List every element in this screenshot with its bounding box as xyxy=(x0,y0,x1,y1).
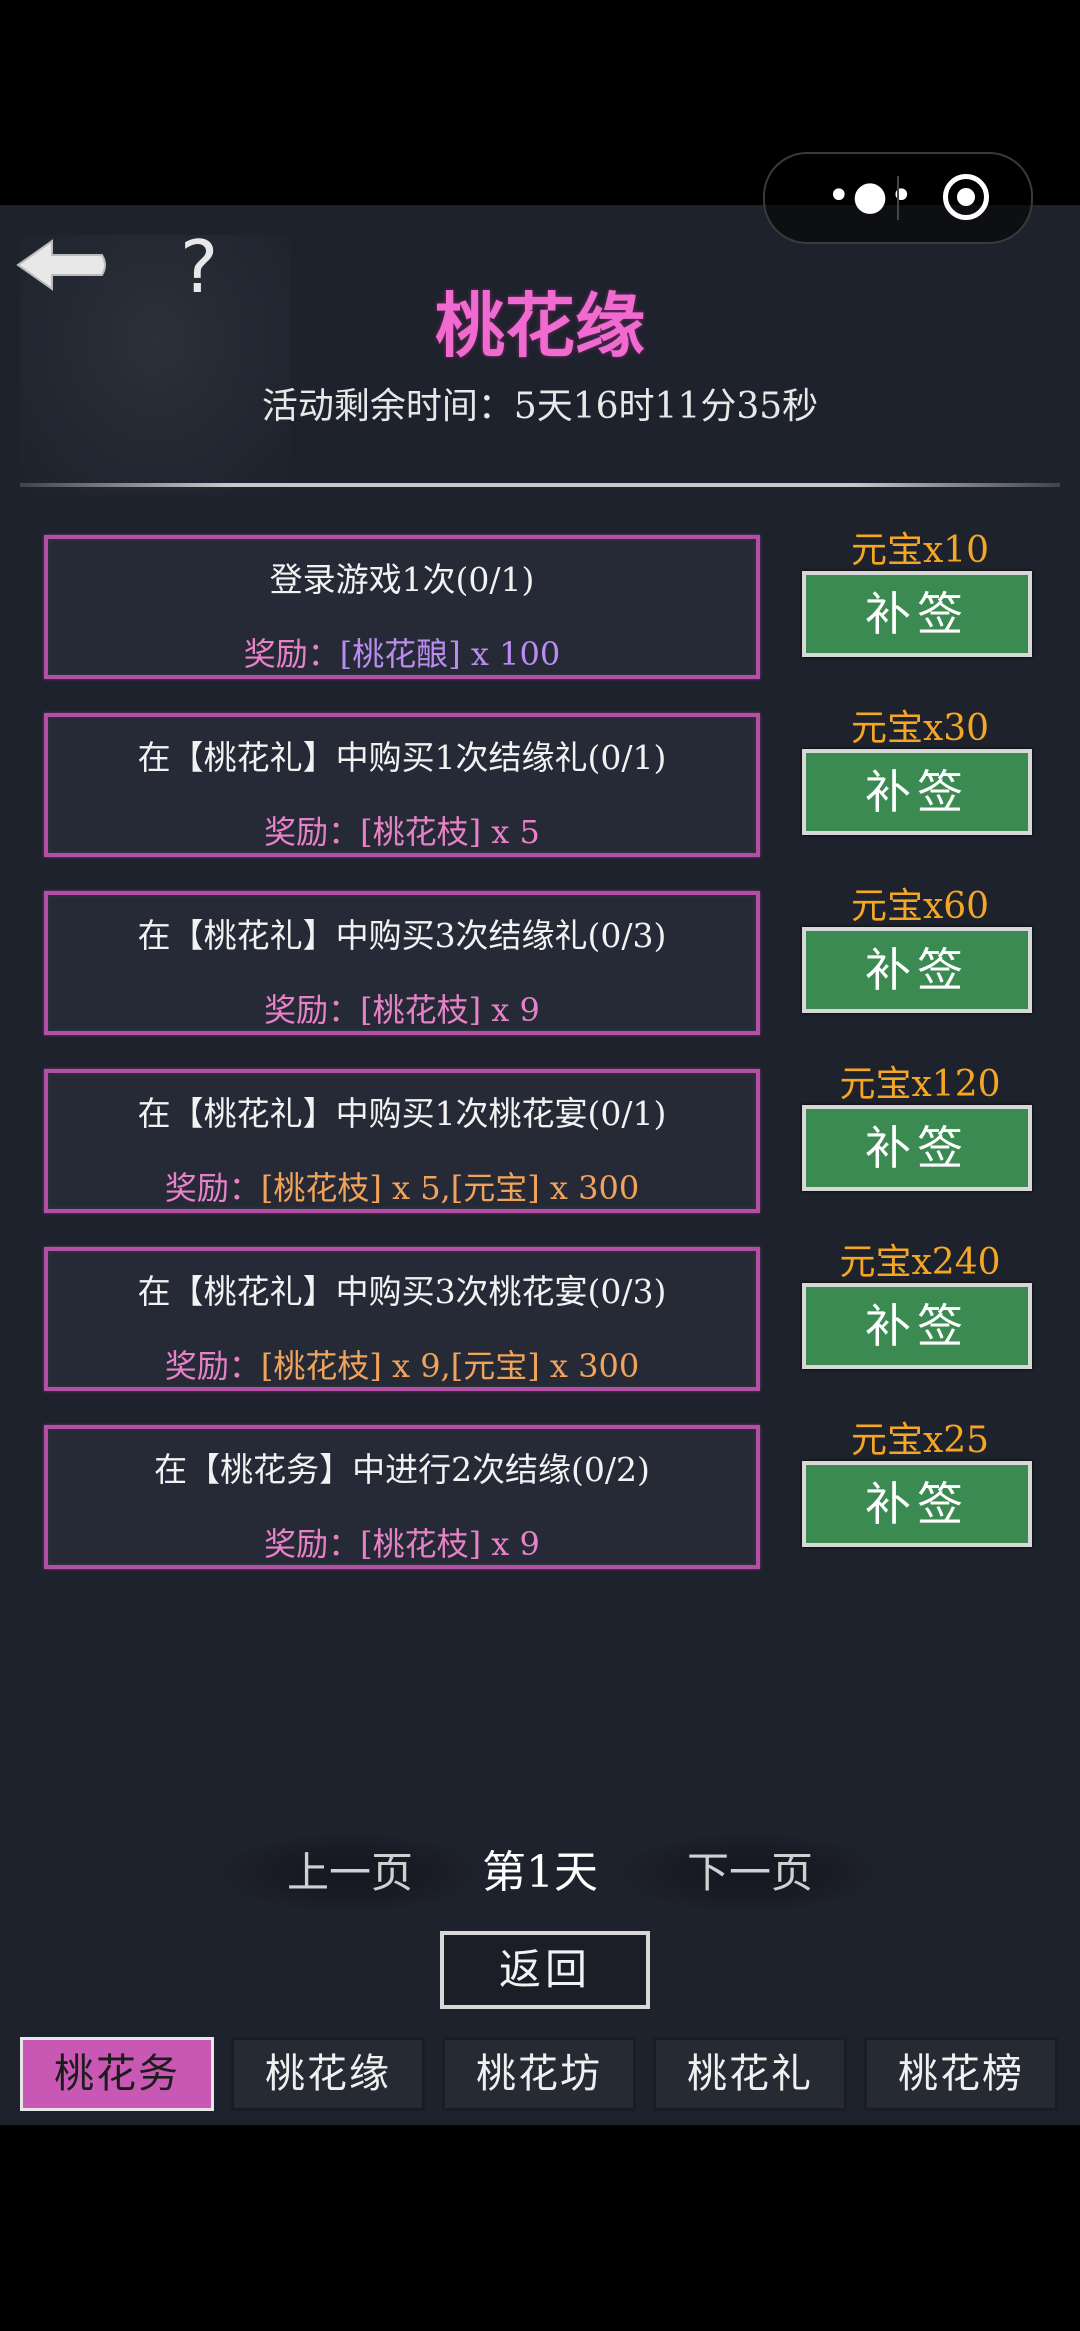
task-reward: 奖励：[桃花枝] x 9 xyxy=(48,985,756,1031)
bottom-tab-bar: 桃花务 桃花缘 桃花坊 桃花礼 桃花榜 xyxy=(20,2037,1060,2111)
makeup-cost: 元宝x25 xyxy=(850,1420,990,1461)
makeup-cost: 元宝x10 xyxy=(850,530,990,571)
task-reward: 奖励：[桃花酿] x 100 xyxy=(48,629,756,675)
task-reward: 奖励：[桃花枝] x 9,[元宝] x 300 xyxy=(48,1341,756,1387)
target-circle-icon[interactable] xyxy=(943,174,989,220)
game-screen: ? 桃花缘 活动剩余时间：5天16时11分35秒 登录游戏1次(0/1) 奖励：[… xyxy=(0,205,1080,2125)
miniprogram-capsule: •●• xyxy=(763,152,1033,244)
makeup-cost: 元宝x60 xyxy=(850,886,990,927)
reward-item: [桃花枝] x 5, xyxy=(260,1169,451,1207)
bottom-bar xyxy=(0,2125,1080,2331)
reward-item: [桃花酿] x 100 xyxy=(339,635,561,673)
task-reward: 奖励：[桃花枝] x 5,[元宝] x 300 xyxy=(48,1163,756,1209)
day-label: 第1天 xyxy=(482,1847,598,1898)
more-dots-icon[interactable]: •●• xyxy=(827,174,915,218)
next-page-button[interactable]: 下一页 xyxy=(620,1833,880,1913)
task-reward: 奖励：[桃花枝] x 9 xyxy=(48,1519,756,1565)
tab-taohua-wu[interactable]: 桃花务 xyxy=(20,2037,214,2111)
header-divider xyxy=(20,483,1060,487)
reward-item: [桃花枝] x 9 xyxy=(360,1525,540,1563)
makeup-cost: 元宝x30 xyxy=(850,708,990,749)
task-card: 在【桃花礼】中购买3次桃花宴(0/3) 奖励：[桃花枝] x 9,[元宝] x 3… xyxy=(44,1247,760,1391)
tab-taohua-yuan[interactable]: 桃花缘 xyxy=(231,2037,425,2111)
capsule-divider xyxy=(897,176,899,220)
makeup-sign-button[interactable]: 补签 xyxy=(802,571,1032,657)
reward-item: [桃花枝] x 9, xyxy=(260,1347,451,1385)
pager: 上一页 第1天 下一页 xyxy=(0,1833,1080,1913)
task-reward: 奖励：[桃花枝] x 5 xyxy=(48,807,756,853)
task-card: 在【桃花务】中进行2次结缘(0/2) 奖励：[桃花枝] x 9 xyxy=(44,1425,760,1569)
makeup-cost: 元宝x240 xyxy=(839,1242,1001,1283)
makeup-cost: 元宝x120 xyxy=(839,1064,1001,1105)
task-description: 登录游戏1次(0/1) xyxy=(269,560,535,599)
reward-item: [桃花枝] x 9 xyxy=(360,991,540,1029)
makeup-sign-button[interactable]: 补签 xyxy=(802,1105,1032,1191)
task-card: 登录游戏1次(0/1) 奖励：[桃花酿] x 100 xyxy=(44,535,760,679)
tab-taohua-bang[interactable]: 桃花榜 xyxy=(864,2037,1058,2111)
return-button[interactable]: 返回 xyxy=(440,1931,650,2009)
makeup-sign-button[interactable]: 补签 xyxy=(802,927,1032,1013)
task-description: 在【桃花礼】中购买1次结缘礼(0/1) xyxy=(137,738,667,777)
task-card: 在【桃花礼】中购买3次结缘礼(0/3) 奖励：[桃花枝] x 9 xyxy=(44,891,760,1035)
task-card: 在【桃花礼】中购买1次桃花宴(0/1) 奖励：[桃花枝] x 5,[元宝] x 3… xyxy=(44,1069,760,1213)
task-description: 在【桃花礼】中购买3次结缘礼(0/3) xyxy=(137,916,667,955)
task-description: 在【桃花礼】中购买3次桃花宴(0/3) xyxy=(137,1272,667,1311)
event-timer: 活动剩余时间：5天16时11分35秒 xyxy=(261,386,819,427)
reward-label: 奖励： xyxy=(164,1347,261,1385)
reward-item: [元宝] x 300 xyxy=(450,1169,640,1207)
question-mark-icon[interactable]: ? xyxy=(180,225,218,309)
reward-label: 奖励： xyxy=(264,1525,361,1563)
tab-taohua-li[interactable]: 桃花礼 xyxy=(653,2037,847,2111)
reward-label: 奖励： xyxy=(164,1169,261,1207)
tab-taohua-fang[interactable]: 桃花坊 xyxy=(442,2037,636,2111)
reward-item: [桃花枝] x 5 xyxy=(360,813,540,851)
makeup-sign-button[interactable]: 补签 xyxy=(802,1461,1032,1547)
task-card: 在【桃花礼】中购买1次结缘礼(0/1) 奖励：[桃花枝] x 5 xyxy=(44,713,760,857)
back-arrow-icon[interactable] xyxy=(10,235,110,295)
task-description: 在【桃花礼】中购买1次桃花宴(0/1) xyxy=(137,1094,667,1133)
reward-label: 奖励： xyxy=(264,991,361,1029)
reward-label: 奖励： xyxy=(243,635,340,673)
reward-item: [元宝] x 300 xyxy=(450,1347,640,1385)
page-title: 桃花缘 xyxy=(435,284,645,367)
reward-label: 奖励： xyxy=(264,813,361,851)
makeup-sign-button[interactable]: 补签 xyxy=(802,1283,1032,1369)
makeup-sign-button[interactable]: 补签 xyxy=(802,749,1032,835)
task-description: 在【桃花务】中进行2次结缘(0/2) xyxy=(154,1450,650,1489)
